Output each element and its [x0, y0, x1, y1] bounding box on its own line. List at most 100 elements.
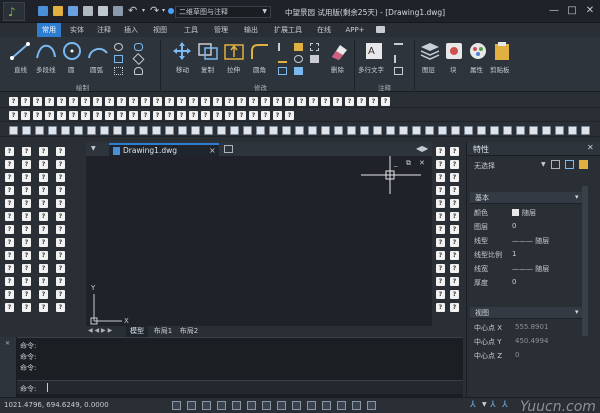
circle-icon[interactable]	[60, 41, 84, 61]
scroll-tabs-icon[interactable]: ◀▶	[416, 144, 428, 153]
tool-placeholder-icon[interactable]: ?	[436, 173, 445, 182]
tool-placeholder-icon[interactable]: ?	[5, 199, 14, 208]
tool-icon[interactable]	[464, 126, 473, 135]
prop-row-thickness[interactable]: 厚度 0	[467, 276, 587, 290]
tool-placeholder-icon[interactable]: ?	[5, 225, 14, 234]
tool-icon[interactable]	[516, 126, 525, 135]
prop-row-linetype[interactable]: 线型 ——— 随层	[467, 234, 587, 248]
status-toggle-icon[interactable]	[187, 401, 196, 410]
status-toggle-icon[interactable]	[232, 401, 241, 410]
chevron-down-icon[interactable]: ▼	[541, 161, 546, 168]
tool-placeholder-icon[interactable]: ?	[69, 97, 78, 106]
mirror-icon[interactable]	[294, 43, 303, 51]
tool-icon[interactable]	[113, 126, 122, 135]
tab-solid[interactable]: 实体	[66, 23, 88, 37]
tool-placeholder-icon[interactable]: ?	[39, 212, 48, 221]
tool-placeholder-icon[interactable]: ?	[21, 97, 30, 106]
tool-icon[interactable]	[373, 126, 382, 135]
prop-row-color[interactable]: 颜色 随层	[467, 206, 587, 220]
status-toggle-icon[interactable]	[247, 401, 256, 410]
tool-icon[interactable]	[22, 126, 31, 135]
tool-placeholder-icon[interactable]: ?	[153, 97, 162, 106]
tool-placeholder-icon[interactable]: ?	[81, 111, 90, 120]
tool-placeholder-icon[interactable]: ?	[285, 111, 294, 120]
tool-placeholder-icon[interactable]: ?	[436, 238, 445, 247]
undo-dropdown-icon[interactable]: ▾	[142, 7, 145, 14]
tool-placeholder-icon[interactable]: ?	[450, 225, 459, 234]
tool-icon[interactable]	[321, 126, 330, 135]
status-toggle-icon[interactable]	[367, 401, 376, 410]
chevron-down-icon[interactable]: ▼	[482, 401, 487, 408]
tool-icon[interactable]	[126, 126, 135, 135]
tool-placeholder-icon[interactable]: ?	[261, 111, 270, 120]
tool-placeholder-icon[interactable]: ?	[450, 212, 459, 221]
layer-icon[interactable]	[418, 41, 442, 61]
leader-icon[interactable]	[394, 55, 403, 63]
status-toggle-icon[interactable]	[292, 401, 301, 410]
tool-icon[interactable]	[503, 126, 512, 135]
status-toggle-icon[interactable]	[217, 401, 226, 410]
tool-placeholder-icon[interactable]: ?	[177, 111, 186, 120]
tool-placeholder-icon[interactable]: ?	[213, 97, 222, 106]
tool-icon[interactable]	[230, 126, 239, 135]
tool-placeholder-icon[interactable]: ?	[450, 251, 459, 260]
tool-placeholder-icon[interactable]: ?	[117, 97, 126, 106]
tool-icon[interactable]	[256, 126, 265, 135]
tool-placeholder-icon[interactable]: ?	[273, 97, 282, 106]
fillet-icon[interactable]	[248, 41, 272, 61]
tool-icon[interactable]	[178, 126, 187, 135]
rotate-icon[interactable]	[294, 55, 303, 63]
tool-placeholder-icon[interactable]: ?	[273, 111, 282, 120]
tool-placeholder-icon[interactable]: ?	[33, 111, 42, 120]
tool-icon[interactable]	[334, 126, 343, 135]
tool-placeholder-icon[interactable]: ?	[22, 147, 31, 156]
tool-icon[interactable]	[542, 126, 551, 135]
tool-placeholder-icon[interactable]: ?	[39, 199, 48, 208]
tool-placeholder-icon[interactable]: ?	[81, 97, 90, 106]
tool-placeholder-icon[interactable]: ?	[39, 290, 48, 299]
tool-placeholder-icon[interactable]: ?	[22, 277, 31, 286]
selection-select[interactable]: 无选择	[471, 160, 551, 172]
save-icon[interactable]	[68, 6, 78, 16]
tool-icon[interactable]	[451, 126, 460, 135]
tool-placeholder-icon[interactable]: ?	[5, 277, 14, 286]
tool-icon[interactable]	[555, 126, 564, 135]
line-icon[interactable]	[8, 41, 32, 61]
tool-placeholder-icon[interactable]: ?	[22, 303, 31, 312]
auto-scale-icon[interactable]: ⅄	[502, 400, 508, 410]
tool-placeholder-icon[interactable]: ?	[189, 97, 198, 106]
tool-placeholder-icon[interactable]: ?	[450, 160, 459, 169]
print-icon[interactable]	[98, 6, 108, 16]
offset-icon[interactable]	[278, 67, 287, 75]
tool-placeholder-icon[interactable]: ?	[39, 264, 48, 273]
tool-placeholder-icon[interactable]: ?	[165, 97, 174, 106]
tool-placeholder-icon[interactable]: ?	[56, 147, 65, 156]
tool-placeholder-icon[interactable]: ?	[141, 111, 150, 120]
tool-placeholder-icon[interactable]: ?	[39, 303, 48, 312]
tab-menu-icon[interactable]: ▼	[91, 145, 96, 152]
tool-placeholder-icon[interactable]: ?	[436, 186, 445, 195]
table-icon[interactable]	[394, 67, 403, 75]
tool-icon[interactable]	[152, 126, 161, 135]
tool-placeholder-icon[interactable]: ?	[5, 303, 14, 312]
tool-placeholder-icon[interactable]: ?	[22, 251, 31, 260]
tool-placeholder-icon[interactable]: ?	[129, 111, 138, 120]
tool-placeholder-icon[interactable]: ?	[450, 264, 459, 273]
tool-placeholder-icon[interactable]: ?	[129, 97, 138, 106]
tool-placeholder-icon[interactable]: ?	[39, 238, 48, 247]
scale-icon[interactable]	[294, 67, 303, 75]
status-toggle-icon[interactable]	[337, 401, 346, 410]
tab-manage[interactable]: 管理	[210, 23, 232, 37]
tab-extensions[interactable]: 扩展工具	[270, 23, 306, 37]
tool-placeholder-icon[interactable]: ?	[237, 97, 246, 106]
tool-placeholder-icon[interactable]: ?	[56, 199, 65, 208]
redo-icon[interactable]: ↷	[150, 4, 159, 17]
prop-row-layer[interactable]: 图层 0	[467, 220, 587, 234]
tool-icon[interactable]	[61, 126, 70, 135]
tool-placeholder-icon[interactable]: ?	[285, 97, 294, 106]
copy-icon[interactable]	[196, 41, 220, 61]
tool-placeholder-icon[interactable]: ?	[381, 97, 390, 106]
spline-icon[interactable]	[134, 43, 143, 51]
layout-nav-icon[interactable]: ◀ ◀ ▶ ▶	[88, 327, 112, 334]
tool-placeholder-icon[interactable]: ?	[213, 111, 222, 120]
